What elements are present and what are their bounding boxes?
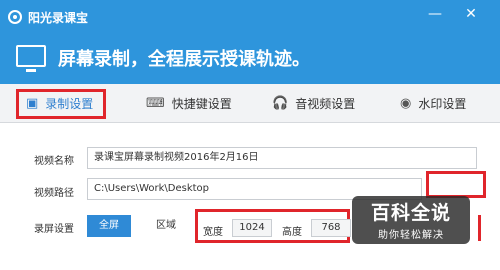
highlight-box-tab (16, 89, 106, 119)
app-title-bar: 阳光录课宝 (8, 8, 88, 26)
fullscreen-mode-button[interactable]: 全屏 (87, 215, 131, 237)
app-header: 阳光录课宝 — ✕ 屏幕录制，全程展示授课轨迹。 (0, 0, 500, 84)
height-label: 高度 (282, 227, 302, 238)
width-label: 宽度 (203, 227, 223, 238)
watermark-overlay: 百科全说 助你轻松解决 (352, 196, 470, 244)
header-slogan: 屏幕录制，全程展示授课轨迹。 (58, 49, 310, 70)
tab-watermark-settings[interactable]: ◉ 水印设置 (400, 84, 466, 122)
dimension-group: 宽度 1024 高度 768 (195, 209, 351, 243)
tab-av-settings[interactable]: 🎧 音视频设置 (272, 84, 355, 122)
video-path-label: 视频路径 (34, 188, 74, 199)
watermark-subtitle: 助你轻松解决 (378, 230, 444, 241)
tab-label: 快捷键设置 (171, 96, 232, 111)
record-settings-label: 录屏设置 (34, 224, 74, 235)
sun-logo-icon (8, 10, 22, 24)
headphones-icon: 🎧 (272, 95, 289, 111)
video-name-input[interactable]: 录课宝屏幕录制视频2016年2月16日 (87, 147, 477, 169)
minimize-button[interactable]: — (424, 4, 446, 24)
app-title: 阳光录课宝 (28, 10, 89, 25)
region-mode-button[interactable]: 区域 (144, 215, 188, 237)
close-button[interactable]: ✕ (460, 4, 482, 24)
watermark-title: 百科全说 (370, 202, 451, 224)
tab-label: 音视频设置 (295, 96, 356, 111)
tab-label: 水印设置 (418, 96, 467, 111)
highlight-edge (478, 215, 481, 241)
tab-hotkey-settings[interactable]: ⌨ 快捷键设置 (146, 84, 232, 122)
monitor-icon (16, 45, 46, 72)
video-name-label: 视频名称 (34, 156, 74, 167)
width-input[interactable]: 1024 (232, 219, 272, 237)
height-input[interactable]: 768 (311, 219, 351, 237)
keyboard-icon: ⌨ (146, 95, 165, 111)
eye-icon: ◉ (400, 95, 412, 111)
browse-button[interactable] (426, 171, 486, 198)
